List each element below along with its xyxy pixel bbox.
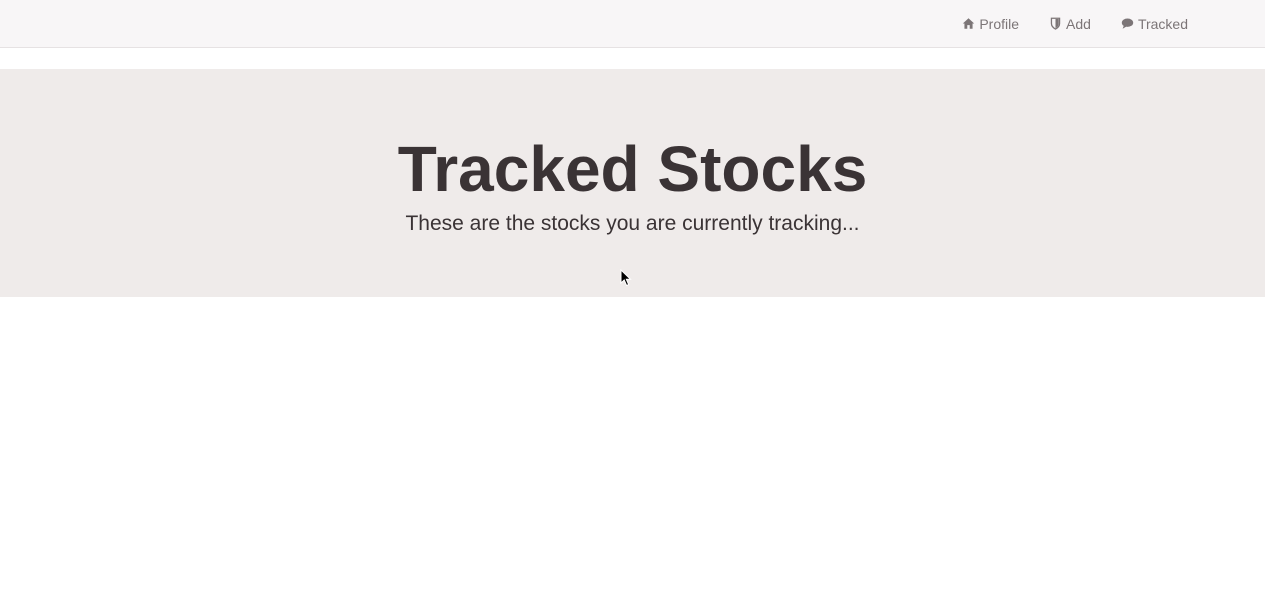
- top-navbar: Profile Add Tracked: [0, 0, 1265, 48]
- nav-item-tracked[interactable]: Tracked: [1121, 16, 1188, 32]
- jumbotron: Tracked Stocks These are the stocks you …: [0, 69, 1265, 297]
- home-icon: [962, 17, 975, 30]
- nav-item-tracked-label: Tracked: [1137, 15, 1188, 32]
- nav-item-add[interactable]: Add: [1049, 16, 1091, 32]
- nav-item-profile-label: Profile: [979, 15, 1020, 32]
- nav-item-profile[interactable]: Profile: [962, 16, 1019, 32]
- shield-icon: [1049, 17, 1062, 30]
- comment-icon: [1121, 17, 1134, 30]
- page-title: Tracked Stocks: [397, 133, 868, 205]
- mouse-cursor-icon: [620, 269, 632, 287]
- page-subtitle: These are the stocks you are currently t…: [405, 212, 860, 235]
- nav-item-add-label: Add: [1066, 15, 1091, 32]
- nav-menu: Profile Add Tracked: [932, 0, 1188, 47]
